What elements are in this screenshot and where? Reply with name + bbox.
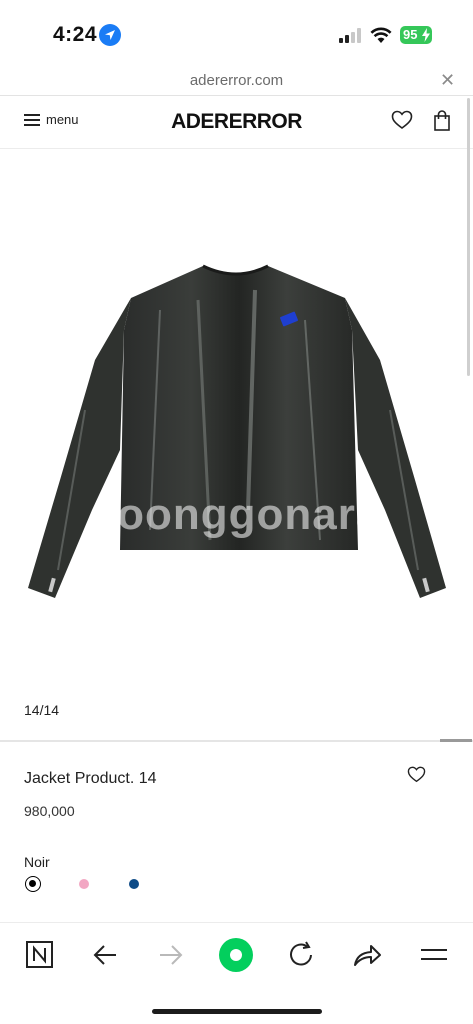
back-icon[interactable]	[86, 937, 126, 973]
reload-icon[interactable]	[282, 937, 322, 973]
product-name: Jacket Product. 14	[24, 770, 157, 787]
url-bar[interactable]: adererror.com ✕	[0, 66, 473, 96]
naver-home-icon[interactable]	[19, 937, 59, 973]
bag-icon[interactable]	[433, 110, 451, 132]
product-image-gallery[interactable]: Joonggonara 14/14	[0, 150, 473, 740]
color-swatch-pink[interactable]	[79, 879, 89, 889]
green-dot-icon[interactable]	[216, 937, 256, 973]
location-icon	[99, 24, 121, 46]
battery-level: 95	[403, 27, 418, 42]
close-icon[interactable]: ✕	[440, 70, 455, 91]
menu-icon[interactable]	[414, 937, 454, 973]
heart-icon[interactable]	[391, 110, 413, 130]
wifi-icon	[370, 27, 392, 43]
forward-icon[interactable]	[151, 937, 191, 973]
wishlist-heart-icon[interactable]	[407, 766, 426, 783]
status-time: 4:24	[53, 23, 98, 46]
signal-icon	[339, 28, 363, 43]
product-price: 980,000	[24, 803, 75, 819]
share-icon[interactable]	[347, 937, 387, 973]
status-bar: 4:24 95	[0, 0, 473, 66]
color-label: Noir	[24, 854, 50, 870]
site-header: menu ADERERROR	[0, 96, 473, 149]
page-scrollbar[interactable]	[467, 98, 470, 376]
color-swatch-black[interactable]	[25, 876, 41, 892]
color-swatch-blue[interactable]	[129, 879, 139, 889]
jacket-image	[28, 264, 446, 598]
browser-toolbar	[0, 922, 473, 1024]
watermark: Joonggonara	[91, 490, 382, 539]
battery-icon: 95	[400, 26, 432, 44]
home-indicator[interactable]	[152, 1009, 322, 1014]
gallery-progress-indicator	[440, 739, 472, 742]
url-text[interactable]: adererror.com	[0, 72, 473, 89]
image-counter: 14/14	[24, 702, 60, 718]
section-divider	[0, 740, 473, 742]
